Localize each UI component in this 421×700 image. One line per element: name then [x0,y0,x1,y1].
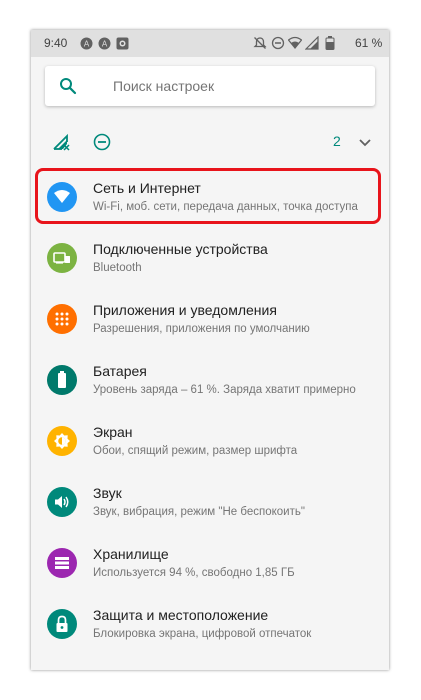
battery-icon [47,365,77,395]
settings-item-storage[interactable]: Хранилище Используется 94 %, свободно 1,… [31,532,389,593]
camera-icon [115,36,129,50]
devices-icon [47,243,77,273]
settings-item-subtitle: Bluetooth [93,262,142,274]
search-bar[interactable] [45,66,375,106]
apps-icon [47,304,77,334]
settings-item-subtitle: Уровень заряда – 61 %. Заряда хватит при… [93,384,356,396]
settings-item-connected-devices[interactable]: Подключенные устройства Bluetooth [31,227,389,288]
volume-icon [47,487,77,517]
do-not-disturb-icon [93,133,111,156]
settings-item-title: Звук [93,485,122,501]
settings-item-title: Защита и местоположение [93,607,269,623]
status-time: 9:40 [44,36,68,50]
settings-item-subtitle: Разрешения, приложения по умолчанию [93,323,310,335]
settings-item-security[interactable]: Защита и местоположение Блокировка экран… [31,593,389,654]
settings-item-title: Приложения и уведомления [93,302,277,318]
do-not-disturb-icon [271,36,285,50]
battery-icon [323,36,337,50]
storage-icon [47,548,77,578]
status-bar: 9:40 A A 61 % [31,30,389,57]
settings-item-sound[interactable]: Звук Звук, вибрация, режим "Не беспокоит… [31,471,389,532]
signal-icon [305,36,319,50]
settings-item-subtitle: Звук, вибрация, режим "Не беспокоить" [93,506,305,518]
search-icon[interactable] [59,77,77,100]
mute-icon [253,36,267,50]
circle-a-icon: A [97,36,111,50]
quick-settings-row[interactable]: 2 [31,125,389,157]
search-input[interactable] [113,78,353,94]
highlight-frame [35,168,381,224]
settings-item-subtitle: Обои, спящий режим, размер шрифта [93,445,298,457]
no-sim-signal-icon [53,133,71,156]
settings-item-apps[interactable]: Приложения и уведомления Разрешения, при… [31,288,389,349]
circle-a-icon: A [79,36,93,50]
chevron-down-icon[interactable] [358,135,372,153]
svg-text:A: A [83,39,89,48]
settings-item-battery[interactable]: Батарея Уровень заряда – 61 %. Заряда хв… [31,349,389,410]
settings-item-title: Экран [93,424,133,440]
wifi-icon [288,36,302,50]
lock-icon [47,609,77,639]
settings-item-title: Хранилище [93,546,169,562]
phone-screen: 9:40 A A 61 % Поиск настроек 2 Сеть и Ин… [31,30,389,670]
settings-item-title: Батарея [93,363,147,379]
settings-item-subtitle: Используется 94 %, свободно 1,85 ГБ [93,567,295,579]
battery-percent: 61 % [355,36,383,50]
quick-settings-count: 2 [333,133,341,149]
svg-text:A: A [101,39,107,48]
settings-item-title: Подключенные устройства [93,241,268,257]
brightness-icon [47,426,77,456]
settings-item-subtitle: Блокировка экрана, цифровой отпечаток [93,628,312,640]
settings-item-display[interactable]: Экран Обои, спящий режим, размер шрифта [31,410,389,471]
